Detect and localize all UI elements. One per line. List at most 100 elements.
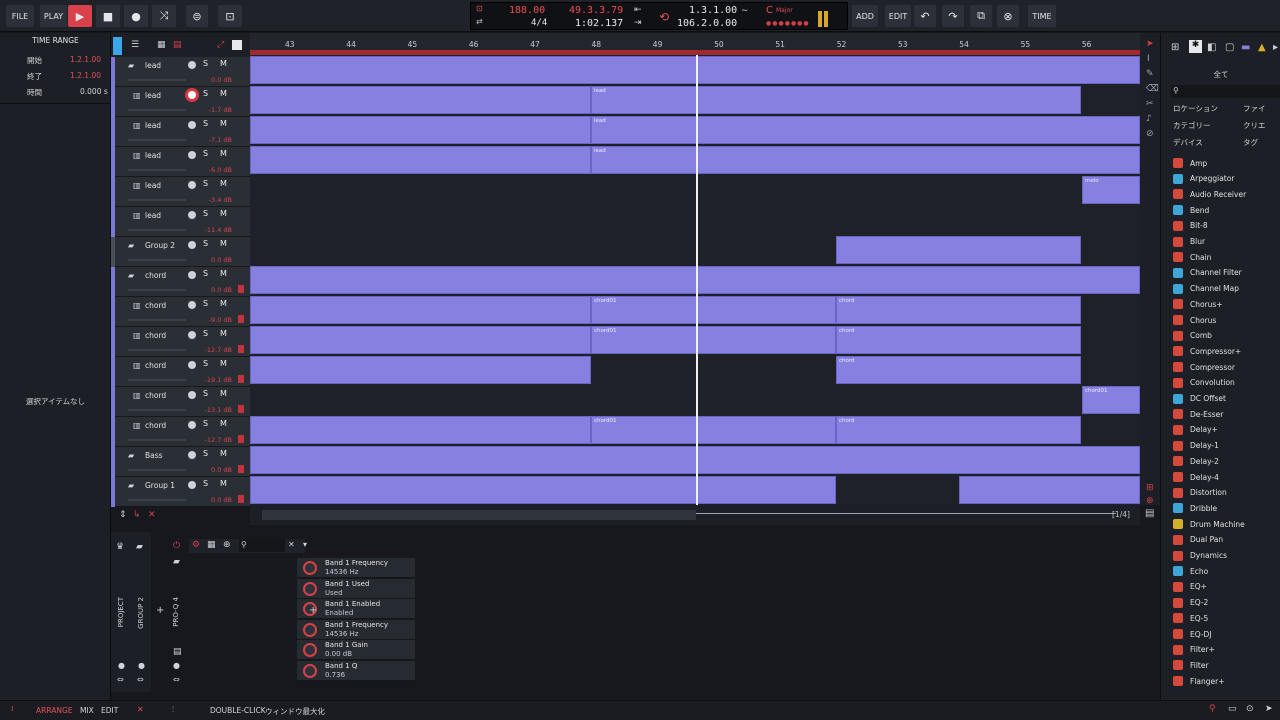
track-header[interactable]: ▥ lead S M -6.0 dB	[111, 147, 250, 177]
volume-fader[interactable]	[128, 139, 186, 141]
plugin-item[interactable]: EQ-2	[1173, 596, 1208, 610]
mute-button[interactable]: M	[220, 179, 227, 188]
plugin-item[interactable]: Delay-1	[1173, 439, 1219, 453]
plugin-item[interactable]: Delay-2	[1173, 454, 1219, 468]
browser-filter[interactable]: デバイス	[1173, 137, 1203, 148]
track-name[interactable]: chord	[145, 271, 166, 280]
loop-icon[interactable]: ⟲	[659, 10, 669, 24]
solo-button[interactable]: S	[203, 479, 208, 488]
plugin-item[interactable]: Arpeggiator	[1173, 172, 1234, 186]
device-parameter[interactable]: Band 1 Gain 0.00 dB	[297, 640, 415, 660]
save-icon[interactable]: ▤	[173, 647, 182, 657]
plugin-item[interactable]: De-Esser	[1173, 407, 1223, 421]
mixer-icon[interactable]: ⫶	[172, 705, 174, 715]
duration-value[interactable]: 0.000 s	[80, 87, 108, 96]
plugin-item[interactable]: Bend	[1173, 203, 1209, 217]
end-value[interactable]: 1.2.1.00	[70, 71, 101, 80]
knife-tool-icon[interactable]: ✂	[1146, 99, 1154, 109]
track-header[interactable]: ▥ lead S M -7.1 dB	[111, 117, 250, 147]
solo-button[interactable]: S	[203, 179, 208, 188]
param-value[interactable]: Enabled	[325, 609, 353, 617]
position-beats[interactable]: 49.3.3.79	[569, 5, 623, 16]
start-value[interactable]: 1.2.1.00	[70, 55, 101, 64]
track-header[interactable]: ▥ lead S M -11.4 dB	[111, 207, 250, 237]
mute-button[interactable]: M	[220, 299, 227, 308]
mute-button[interactable]: M	[220, 149, 227, 158]
mute-button[interactable]: M	[220, 59, 227, 68]
track-header[interactable]: ▥ chord S M -12.7 dB	[111, 327, 250, 357]
clip[interactable]: chord	[836, 416, 1081, 444]
track-volume[interactable]: -9.0 dB	[209, 316, 232, 324]
tempo-display[interactable]: ⊡ ⇄ 188.00 4/4 49.3.3.79 1:02.137 ⇤ ⇥ ⟲ …	[470, 2, 848, 30]
folder-icon[interactable]: ▰	[128, 481, 134, 490]
punch-out-icon[interactable]: ⇥	[634, 18, 642, 28]
solo-button[interactable]: S	[203, 59, 208, 68]
volume-fader[interactable]	[128, 199, 186, 201]
plugin-item[interactable]: Distortion	[1173, 486, 1227, 500]
track-name[interactable]: chord	[145, 421, 166, 430]
track-header[interactable]: ▰ Group 1 S M 0.0 dB	[111, 477, 250, 507]
track-name[interactable]: Group 2	[145, 241, 175, 250]
track-list-handle[interactable]	[113, 37, 122, 55]
clip[interactable]	[250, 296, 591, 324]
dropdown-icon[interactable]: ▾	[303, 540, 307, 549]
clip[interactable]	[250, 476, 836, 504]
mute-button[interactable]: M	[220, 419, 227, 428]
automation-toggle-icon[interactable]	[232, 40, 242, 50]
loop-end[interactable]: 106.2.0.00	[677, 18, 737, 29]
browser-filter[interactable]: クリエ	[1243, 120, 1266, 131]
scroll-icon[interactable]: ▤	[1145, 508, 1154, 519]
device-folder-icon[interactable]: ▰	[173, 557, 180, 567]
plugin-item[interactable]: Compressor	[1173, 360, 1235, 374]
clip[interactable]: chord01	[591, 416, 836, 444]
page-indicator[interactable]: [1/4]	[1112, 510, 1130, 519]
param-value[interactable]: 0.736	[325, 671, 345, 679]
track-header[interactable]: ▥ chord S M -13.1 dB	[111, 387, 250, 417]
track-header[interactable]: ▥ lead S M -1.7 dB	[111, 87, 250, 117]
plugin-item[interactable]: Blur	[1173, 235, 1205, 249]
track-name[interactable]: Group 1	[145, 481, 175, 490]
solo-button[interactable]: S	[203, 269, 208, 278]
clip[interactable]	[250, 116, 591, 144]
track-volume[interactable]: -13.1 dB	[205, 406, 232, 414]
plugin-item[interactable]: Delay-4	[1173, 470, 1219, 484]
plugin-item[interactable]: Dribble	[1173, 501, 1217, 515]
record-arm-icon[interactable]	[188, 121, 196, 129]
record-arm-icon[interactable]	[188, 151, 196, 159]
plugin-item[interactable]: Drum Machine	[1173, 517, 1245, 531]
punch-in-icon[interactable]: ⇤	[634, 5, 642, 15]
plugin-item[interactable]: EQ-5	[1173, 611, 1208, 625]
volume-fader[interactable]	[128, 379, 186, 381]
tempo-value[interactable]: 188.00	[509, 5, 545, 16]
track-name[interactable]: lead	[145, 91, 161, 100]
lock-icon[interactable]: ⊙	[1246, 704, 1254, 714]
track-header[interactable]: ▥ chord S M -9.0 dB	[111, 297, 250, 327]
volume-fader[interactable]	[128, 79, 186, 81]
position-time[interactable]: 1:02.137	[575, 18, 623, 29]
zoom-icon[interactable]: ⊕	[1146, 496, 1154, 506]
delete-icon[interactable]: ⊗	[997, 5, 1019, 27]
close-icon[interactable]: ✕	[148, 510, 156, 520]
track-volume[interactable]: -12.7 dB	[205, 436, 232, 444]
param-value[interactable]: Used	[325, 589, 343, 597]
mute-button[interactable]: M	[220, 269, 227, 278]
plugin-item[interactable]: Filter	[1173, 658, 1209, 672]
power-icon[interactable]: ⏻	[173, 541, 180, 551]
duplicate-icon[interactable]: ⧉	[970, 5, 992, 27]
link-icon[interactable]: ⇔	[137, 675, 144, 684]
add-device-icon[interactable]: +	[156, 605, 164, 616]
clear-search-icon[interactable]: ✕	[288, 540, 295, 549]
plugin-item[interactable]: Convolution	[1173, 376, 1235, 390]
clip[interactable]: chord	[836, 296, 1081, 324]
solo-button[interactable]: S	[203, 449, 208, 458]
device-parameter[interactable]: Band 1 Q 0.736	[297, 660, 415, 681]
record-arm-icon[interactable]	[188, 61, 196, 69]
stop-icon[interactable]: ■	[96, 5, 120, 27]
erase-tool-icon[interactable]: ⌫	[1146, 84, 1159, 94]
plugin-item[interactable]: Flanger+	[1173, 674, 1225, 688]
track-name[interactable]: lead	[145, 151, 161, 160]
clip[interactable]: melo	[1082, 176, 1140, 204]
track-volume[interactable]: -19.1 dB	[205, 376, 232, 384]
arranger-area[interactable]: lead lead lead melo chord01 chord chord01 chord…	[250, 55, 1140, 505]
track-name[interactable]: chord	[145, 361, 166, 370]
